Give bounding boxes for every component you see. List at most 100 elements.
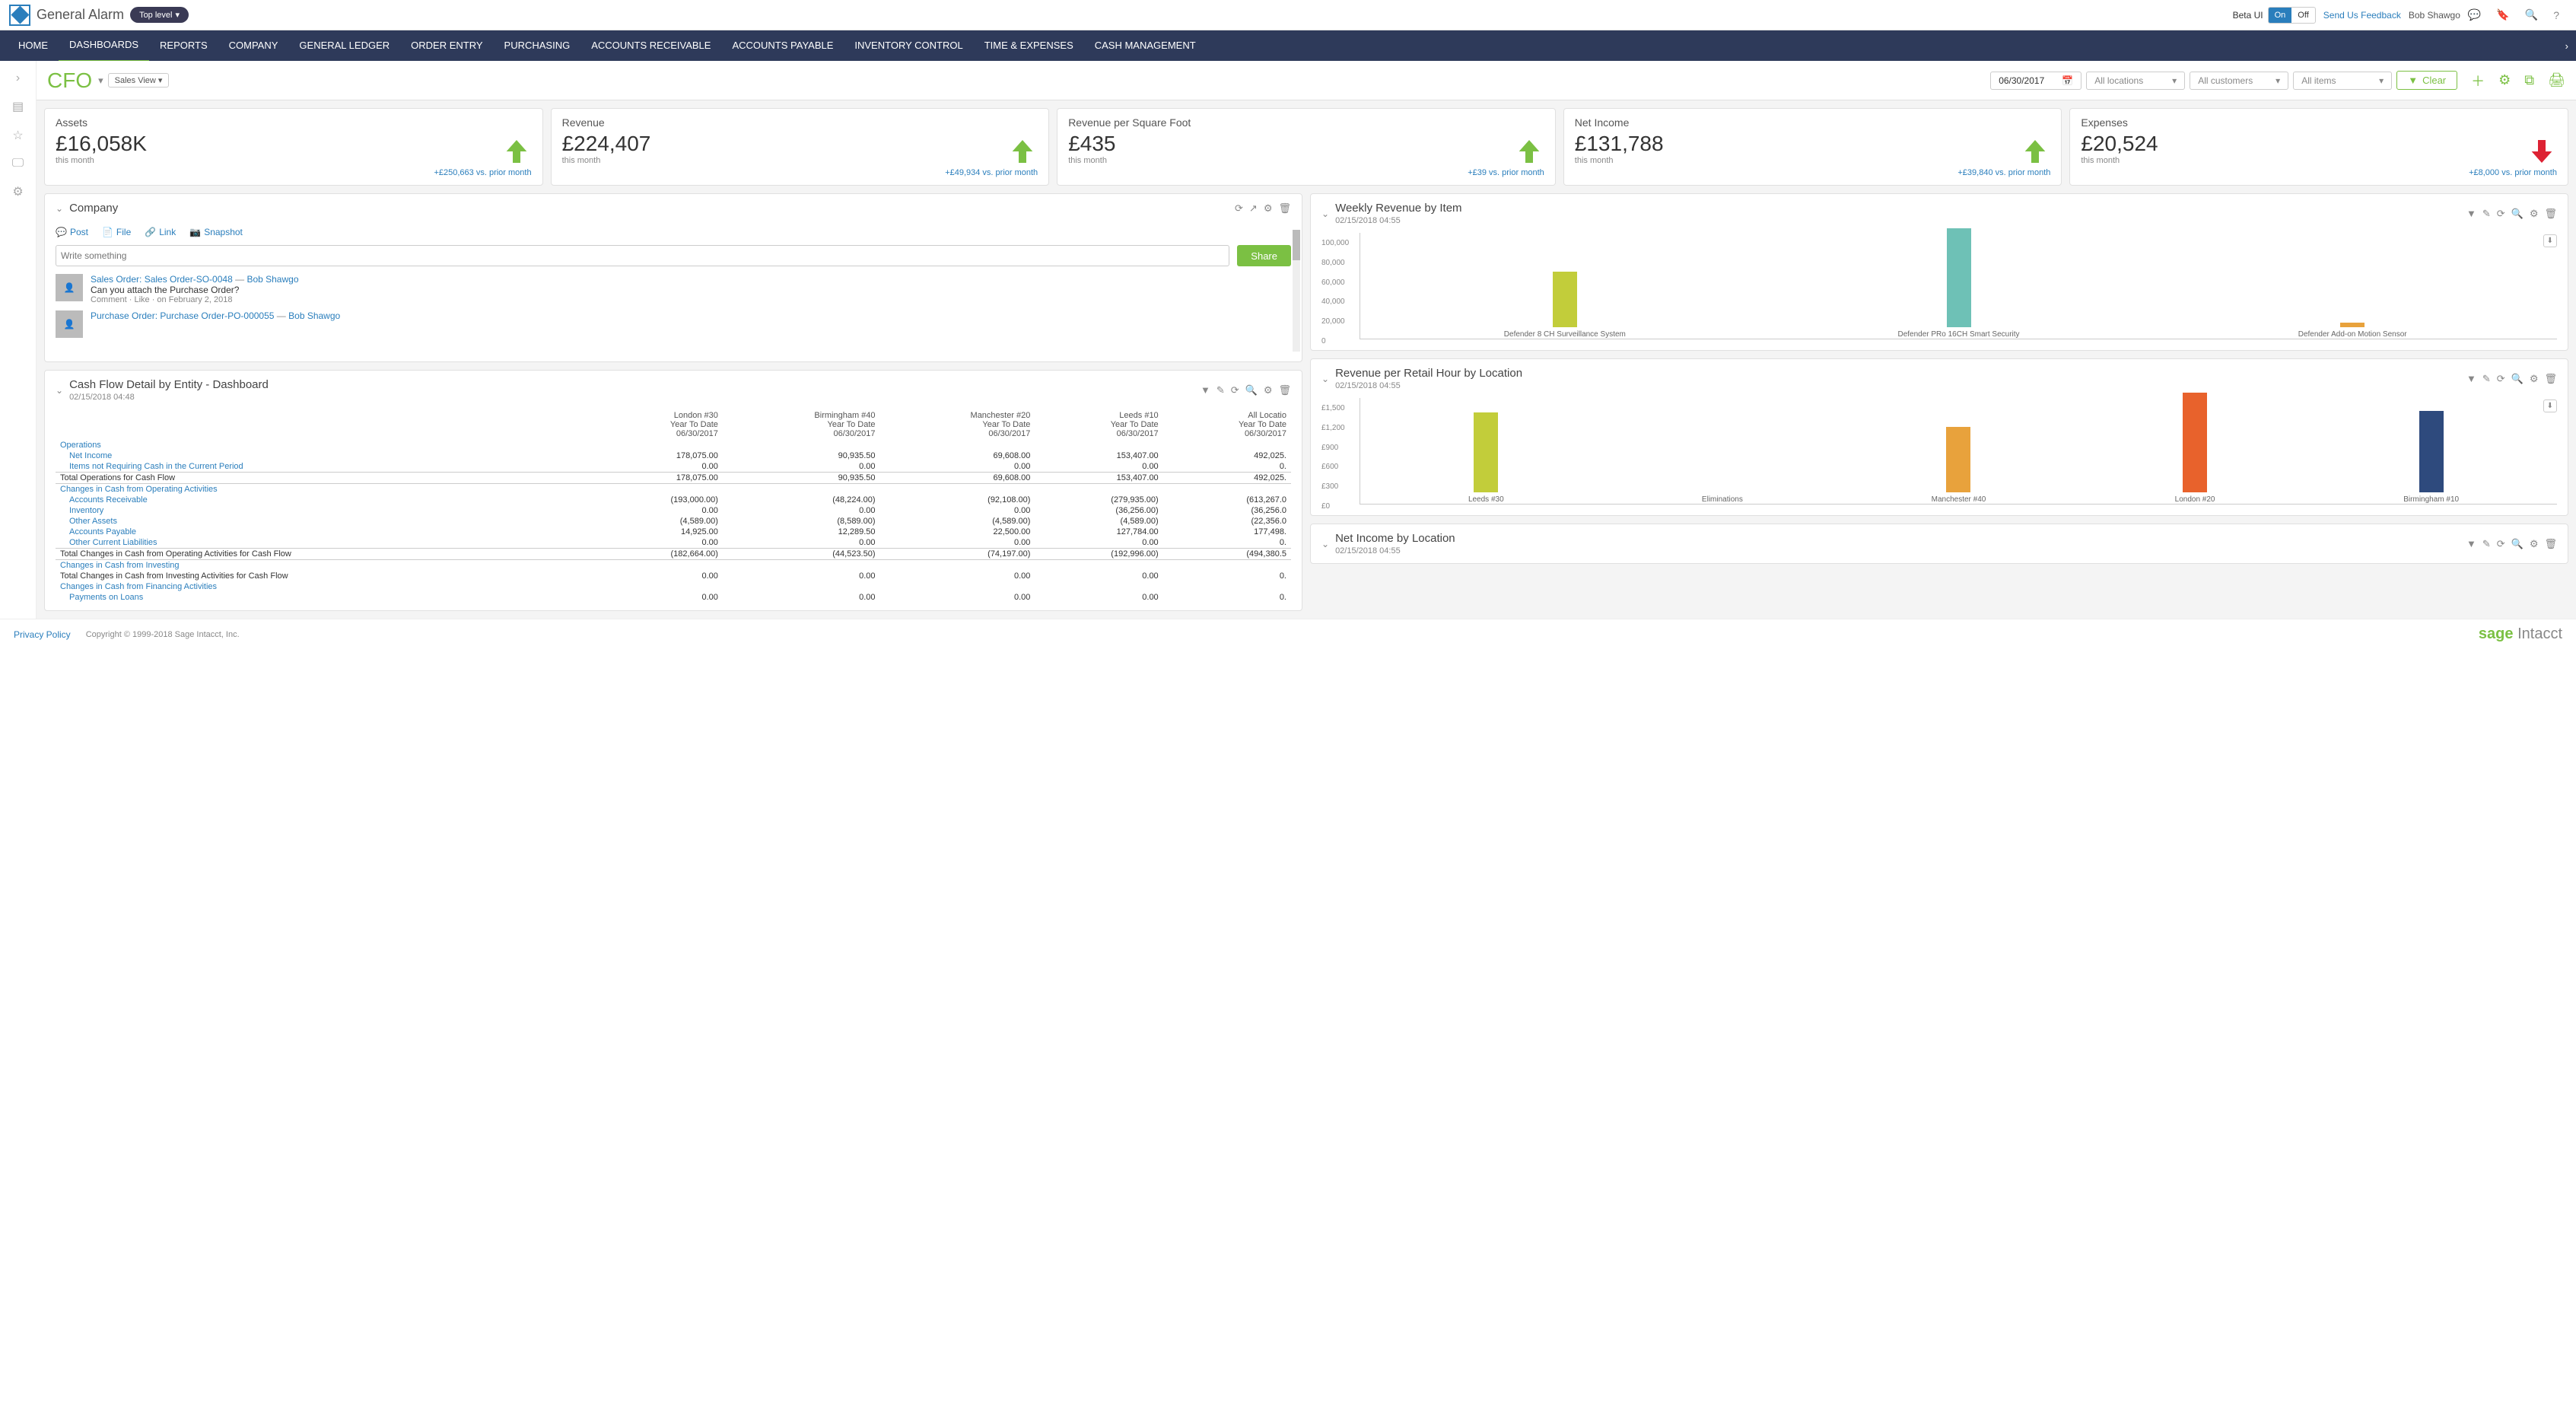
feed-input[interactable]	[56, 245, 1229, 266]
refresh-icon[interactable]: ⟳	[2497, 373, 2505, 385]
feed-author[interactable]: Bob Shawgo	[288, 310, 340, 321]
add-icon[interactable]: ＋	[2471, 71, 2485, 91]
nav-cash-management[interactable]: CASH MANAGEMENT	[1084, 30, 1207, 61]
gear-icon[interactable]: ⚙	[1264, 202, 1273, 215]
location-filter[interactable]: All locations▾	[2086, 72, 2185, 90]
gear-icon[interactable]: ⚙	[2530, 373, 2539, 385]
bar[interactable]	[1553, 272, 1577, 327]
edit-icon[interactable]: ✎	[2482, 373, 2491, 385]
collapse-icon[interactable]: ⌄	[56, 385, 63, 396]
gear-icon[interactable]: ⚙	[12, 184, 23, 199]
print-icon[interactable]: 🖨	[2548, 72, 2565, 88]
nav-inventory-control[interactable]: INVENTORY CONTROL	[844, 30, 973, 61]
scope-badge[interactable]: Top level▾	[130, 7, 189, 23]
list-icon[interactable]: ▤	[12, 99, 24, 114]
trash-icon[interactable]: 🗑	[2544, 538, 2557, 550]
nav-more-icon[interactable]: ›	[2565, 40, 2568, 52]
bar[interactable]	[2340, 323, 2365, 327]
feed-meta[interactable]: Comment · Like · on February 2, 2018	[91, 295, 299, 304]
funnel-icon[interactable]: ▼	[1201, 384, 1210, 396]
feedback-link[interactable]: Send Us Feedback	[2323, 10, 2401, 21]
kpi-card[interactable]: Net Income £131,788 this month +£39,840 …	[1563, 108, 2062, 186]
bar[interactable]	[1947, 228, 1971, 327]
feed-author[interactable]: Bob Shawgo	[246, 274, 298, 285]
view-selector[interactable]: Sales View ▾	[108, 73, 170, 88]
search-icon[interactable]: 🔍	[1245, 384, 1258, 396]
refresh-icon[interactable]: ⟳	[1235, 202, 1243, 215]
refresh-icon[interactable]: ⟳	[2497, 208, 2505, 220]
gear-icon[interactable]: ⚙	[2530, 208, 2539, 220]
bar[interactable]	[2183, 393, 2207, 492]
trash-icon[interactable]: 🗑	[2544, 208, 2557, 220]
collapse-icon[interactable]: ⌄	[56, 203, 63, 214]
popout-icon[interactable]: ↗	[1249, 202, 1258, 215]
collapse-icon[interactable]: ⌄	[1321, 539, 1329, 549]
nav-accounts-payable[interactable]: ACCOUNTS PAYABLE	[721, 30, 844, 61]
funnel-icon[interactable]: ▼	[2466, 538, 2476, 550]
edit-icon[interactable]: ✎	[2482, 208, 2491, 220]
kpi-title: Revenue per Square Foot	[1068, 116, 1544, 129]
trend-arrow-icon	[1514, 136, 1544, 173]
trash-icon[interactable]: 🗑	[2544, 373, 2557, 385]
gear-icon[interactable]: ⚙	[1264, 384, 1273, 396]
refresh-icon[interactable]: ⟳	[2497, 538, 2505, 550]
nav-company[interactable]: COMPANY	[218, 30, 289, 61]
search-icon[interactable]: 🔍	[2511, 538, 2524, 550]
share-button[interactable]: Share	[1237, 245, 1291, 266]
help-icon[interactable]: ?	[2553, 9, 2559, 21]
edit-icon[interactable]: ✎	[2482, 538, 2491, 550]
duplicate-icon[interactable]: ⧉	[2524, 72, 2534, 88]
gear-icon[interactable]: ⚙	[2530, 538, 2539, 550]
bar[interactable]	[2419, 411, 2444, 492]
trash-icon[interactable]: 🗑	[1278, 202, 1291, 215]
bookmark-icon[interactable]: 🔖	[2496, 8, 2509, 21]
customer-filter[interactable]: All customers▾	[2190, 72, 2288, 90]
search-icon[interactable]: 🔍	[2511, 208, 2524, 220]
funnel-icon[interactable]: ▼	[2466, 373, 2476, 385]
tab-link[interactable]: 🔗 Link	[145, 227, 176, 237]
bar[interactable]	[1946, 427, 1970, 492]
refresh-icon[interactable]: ⟳	[1231, 384, 1239, 396]
search-icon[interactable]: 🔍	[2525, 8, 2538, 21]
edit-icon[interactable]: ✎	[1216, 384, 1225, 396]
user-name[interactable]: Bob Shawgo	[2409, 10, 2460, 21]
funnel-icon[interactable]: ▼	[2466, 208, 2476, 220]
nav-purchasing[interactable]: PURCHASING	[494, 30, 581, 61]
chat-icon[interactable]: 💬	[2468, 8, 2481, 21]
feed-title[interactable]: Sales Order: Sales Order-SO-0048	[91, 274, 233, 285]
clear-button[interactable]: ▼Clear	[2396, 71, 2457, 90]
nav-order-entry[interactable]: ORDER ENTRY	[400, 30, 493, 61]
item-filter[interactable]: All items▾	[2293, 72, 2392, 90]
scrollbar[interactable]	[1293, 230, 1300, 352]
nav-general-ledger[interactable]: GENERAL LEDGER	[288, 30, 400, 61]
kpi-card[interactable]: Revenue £224,407 this month +£49,934 vs.…	[551, 108, 1050, 186]
bar[interactable]	[1474, 412, 1498, 492]
collapse-icon[interactable]: ⌄	[1321, 374, 1329, 384]
kpi-card[interactable]: Revenue per Square Foot £435 this month …	[1057, 108, 1556, 186]
beta-toggle[interactable]: OnOff	[2268, 7, 2316, 24]
star-icon[interactable]: ☆	[12, 128, 23, 143]
nav-dashboards[interactable]: DASHBOARDS	[59, 30, 149, 62]
tab-file[interactable]: 📄 File	[102, 227, 131, 237]
export-icon[interactable]: ⬇	[2543, 399, 2557, 412]
feed-title[interactable]: Purchase Order: Purchase Order-PO-000055	[91, 310, 274, 321]
kpi-card[interactable]: Expenses £20,524 this month +£8,000 vs. …	[2069, 108, 2568, 186]
settings-icon[interactable]: ⚙	[2498, 72, 2511, 88]
expand-icon[interactable]: ›	[16, 72, 20, 85]
kpi-title: Expenses	[2081, 116, 2557, 129]
monitor-icon[interactable]: 🖵	[12, 157, 24, 170]
date-filter[interactable]: 06/30/2017📅	[1990, 72, 2081, 90]
tab-snapshot[interactable]: 📷 Snapshot	[189, 227, 243, 237]
tab-post[interactable]: 💬 Post	[56, 227, 88, 237]
search-icon[interactable]: 🔍	[2511, 373, 2524, 385]
trash-icon[interactable]: 🗑	[1278, 384, 1291, 396]
collapse-icon[interactable]: ⌄	[1321, 209, 1329, 219]
kpi-card[interactable]: Assets £16,058K this month +£250,663 vs.…	[44, 108, 543, 186]
export-icon[interactable]: ⬇	[2543, 234, 2557, 247]
nav-reports[interactable]: REPORTS	[149, 30, 218, 61]
nav-accounts-receivable[interactable]: ACCOUNTS RECEIVABLE	[580, 30, 721, 61]
avatar-icon: 👤	[56, 274, 83, 301]
privacy-link[interactable]: Privacy Policy	[14, 629, 71, 640]
nav-home[interactable]: HOME	[8, 30, 59, 61]
nav-time-expenses[interactable]: TIME & EXPENSES	[974, 30, 1084, 61]
